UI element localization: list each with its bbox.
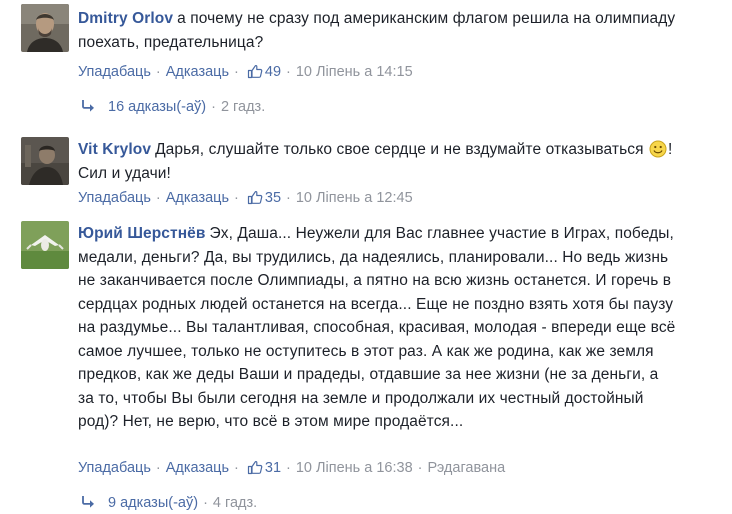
smiley-icon	[649, 140, 667, 158]
replies-time: 4 гадз.	[212, 495, 258, 511]
separator-dot: ·	[286, 460, 291, 476]
separator-dot: ·	[203, 495, 208, 511]
comment-timestamp[interactable]: 10 Лiпень а 14:15	[296, 64, 413, 80]
reply-link[interactable]: Адказаць	[166, 64, 229, 80]
replies-count[interactable]: 9 адказы(-аў)	[108, 495, 198, 511]
comment-text: Эх, Даша... Неужели для Вас главнее учас…	[78, 225, 676, 430]
replies-time: 2 гадз.	[220, 99, 266, 115]
separator-dot: ·	[234, 64, 239, 80]
like-link[interactable]: Упадабаць	[78, 64, 151, 80]
comment-actions: Упадабаць · Адказаць · 49 · 10 Лiпень а 14:15	[78, 62, 413, 82]
comment-actions: Упадабаць · Адказаць · 31 · 10 Лiпень а 16:38 ·…	[78, 458, 505, 478]
separator-dot: ·	[155, 190, 161, 206]
comment-author[interactable]: Vit Krylov	[78, 141, 151, 158]
avatar[interactable]	[21, 221, 69, 269]
reply-link[interactable]: Адказаць	[166, 460, 229, 476]
edited-label[interactable]: Рэдагавана	[427, 460, 505, 476]
avatar[interactable]	[21, 137, 69, 185]
separator-dot: ·	[417, 460, 423, 476]
replies-link[interactable]: 16 адказы(-аў) · 2 гадз.	[80, 97, 265, 117]
separator-dot: ·	[286, 190, 291, 206]
avatar[interactable]	[21, 4, 69, 52]
like-count[interactable]: 49	[265, 64, 281, 80]
comment-author[interactable]: Dmitry Orlov	[78, 10, 173, 27]
separator-dot: ·	[234, 460, 239, 476]
like-link[interactable]: Упадабаць	[78, 190, 151, 206]
separator-dot: ·	[211, 99, 216, 115]
replies-count[interactable]: 16 адказы(-аў)	[108, 99, 206, 115]
replies-link[interactable]: 9 адказы(-аў) · 4 гадз.	[80, 493, 257, 513]
like-link[interactable]: Упадабаць	[78, 460, 151, 476]
thumbs-up-icon[interactable]	[247, 189, 263, 205]
separator-dot: ·	[155, 64, 161, 80]
thumbs-up-icon[interactable]	[247, 459, 263, 475]
thumbs-up-icon[interactable]	[247, 63, 263, 79]
reply-arrow-icon	[80, 99, 96, 113]
separator-dot: ·	[155, 460, 161, 476]
separator-dot: ·	[234, 190, 239, 206]
comment-text: Дарья, слушайте только свое сердце и не …	[155, 141, 644, 158]
comment-timestamp[interactable]: 10 Лiпень а 16:38	[296, 460, 413, 476]
like-count[interactable]: 31	[265, 460, 281, 476]
comment-timestamp[interactable]: 10 Лiпень а 12:45	[296, 190, 413, 206]
reply-link[interactable]: Адказаць	[166, 190, 229, 206]
separator-dot: ·	[286, 64, 291, 80]
reply-arrow-icon	[80, 495, 96, 509]
comment-actions: Упадабаць · Адказаць · 35 · 10 Лiпень а 12:45	[78, 188, 413, 208]
comment-author[interactable]: Юрий Шерстнёв	[78, 225, 206, 242]
like-count[interactable]: 35	[265, 190, 281, 206]
